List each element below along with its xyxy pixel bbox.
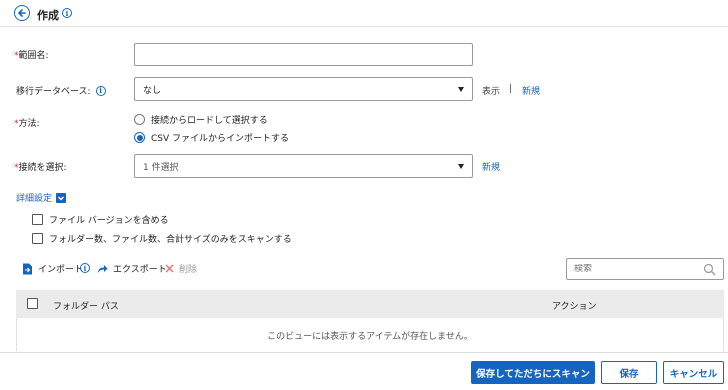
empty-message: このビューには表示するアイテムが存在しません。 [267,332,473,342]
chevron-down-icon [56,192,67,203]
search-icon[interactable] [703,263,716,276]
link-separator: | [509,84,513,94]
close-icon [165,264,174,273]
method-label: *方法: [14,119,40,129]
page-header: 作成 i [0,0,728,27]
save-and-scan-button[interactable]: 保存してただちにスキャン [471,361,595,384]
export-button[interactable]: エクスポート [97,262,167,275]
delete-label: 削除 [179,265,198,275]
scan-counts-only-option[interactable]: フォルダー数、ファイル数、合計サイズのみをスキャンする [32,232,292,245]
column-action[interactable]: アクション [552,299,597,312]
advanced-settings-toggle[interactable]: 詳細設定 [16,191,67,204]
info-icon[interactable]: i [62,8,72,18]
info-icon[interactable]: i [95,85,106,96]
view-link[interactable]: 表示 [482,84,500,97]
share-arrow-icon [98,264,108,273]
advanced-settings-label: 詳細設定 [16,194,53,204]
search-box[interactable] [566,258,724,280]
column-folder-path[interactable]: フォルダー パス [53,299,119,312]
page-title: 作成 [37,9,59,22]
search-input[interactable] [574,264,694,274]
import-button[interactable]: インポート [22,262,83,275]
include-versions-option[interactable]: ファイル バージョンを含める [32,213,169,226]
back-button[interactable] [14,5,30,21]
connection-select[interactable]: 1 件選択 [134,154,473,178]
method-option-load[interactable]: 接続からロードして選択する [134,113,268,126]
caret-down-icon [458,87,464,92]
scope-name-label: *範囲名: [14,51,49,61]
scope-name-input[interactable] [134,43,473,66]
table-body: このビューには表示するアイテムが存在しません。 [16,318,724,351]
migration-db-label: 移行データベース: i [16,84,106,97]
footer-bar: 保存してただちにスキャン 保存 キャンセル [0,352,728,390]
checkbox-label: ファイル バージョンを含める [49,216,169,226]
connection-label: *接続を選択: [14,163,67,173]
migration-db-value: なし [143,85,162,96]
new-connection-link[interactable]: 新規 [482,160,500,173]
caret-down-icon [458,164,464,169]
save-button[interactable]: 保存 [601,361,657,384]
method-option-csv[interactable]: CSV ファイルからインポートする [134,131,289,144]
connection-value: 1 件選択 [143,162,179,173]
checkbox[interactable] [32,214,43,225]
new-db-link[interactable]: 新規 [522,84,540,97]
export-label: エクスポート [113,265,167,275]
radio-unselected[interactable] [134,114,145,125]
arrow-left-icon [18,9,26,17]
import-label: インポート [38,265,84,275]
info-icon[interactable]: i [80,263,90,273]
radio-selected[interactable] [134,132,145,143]
method-option-label: CSV ファイルからインポートする [151,134,290,144]
select-all-checkbox[interactable] [27,298,38,309]
table-header: フォルダー パス アクション [16,290,724,318]
cancel-button[interactable]: キャンセル [663,361,724,384]
import-icon [23,263,32,274]
migration-db-select[interactable]: なし [134,77,473,101]
checkbox[interactable] [32,233,43,244]
delete-button[interactable]: 削除 [165,262,197,275]
method-option-label: 接続からロードして選択する [151,116,268,126]
checkbox-label: フォルダー数、ファイル数、合計サイズのみをスキャンする [49,235,292,245]
